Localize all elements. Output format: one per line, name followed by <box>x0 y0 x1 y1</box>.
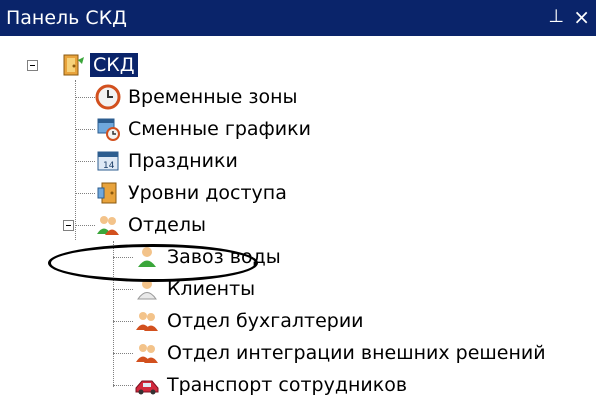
tree-line <box>113 353 133 354</box>
vehicle-icon <box>135 380 159 395</box>
tree-node-label: Временные зоны <box>128 86 298 108</box>
tree-node-label: СКД <box>90 53 138 77</box>
tree-node-holidays[interactable]: 14 Праздники <box>95 148 241 174</box>
departments-icon <box>97 216 119 235</box>
calendar-icon: 14 <box>97 151 119 171</box>
tree-line <box>113 289 133 290</box>
collapse-root-toggle[interactable] <box>27 60 38 71</box>
tree-node-label: Завоз воды <box>167 246 281 268</box>
users-group-icon <box>136 344 158 363</box>
tree-line <box>75 225 95 226</box>
tree-line <box>75 80 76 240</box>
user-icon <box>137 279 157 300</box>
tree-node-label: Уровни доступа <box>128 182 287 204</box>
clock-icon <box>95 84 121 110</box>
access-door-icon <box>97 182 117 204</box>
tree-node-label: Транспорт сотрудников <box>167 374 408 396</box>
tree-node-label: Отдел интеграции внешних решений <box>167 342 546 364</box>
tree-line <box>75 129 95 130</box>
tree-node-label: Клиенты <box>167 278 256 300</box>
skd-root-icon <box>63 54 84 76</box>
tree-line <box>113 241 114 387</box>
users-group-icon <box>136 312 158 331</box>
tree-node-staff-transport[interactable]: Транспорт сотрудников <box>134 372 410 398</box>
skd-tree: СКД Временные зоны Сменные графики 14 Пр… <box>0 36 596 417</box>
tree-node-label: Отделы <box>128 214 206 236</box>
tree-node-label: Отдел бухгалтерии <box>167 310 364 332</box>
tree-node-integration[interactable]: Отдел интеграции внешних решений <box>134 340 549 366</box>
tree-line <box>113 321 133 322</box>
tree-line <box>75 161 95 162</box>
tree-node-shift-schedules[interactable]: Сменные графики <box>95 116 314 142</box>
tree-node-departments[interactable]: Отделы <box>95 212 209 238</box>
panel-titlebar: Панель СКД ⊥ × <box>0 0 596 36</box>
tree-node-water-delivery[interactable]: Завоз воды <box>134 244 284 270</box>
tree-line <box>113 257 133 258</box>
tree-node-label: Сменные графики <box>128 118 311 140</box>
tree-line <box>113 385 133 386</box>
skd-panel: Панель СКД ⊥ × СКД Временные зоны Сменны… <box>0 0 596 417</box>
tree-node-accounting[interactable]: Отдел бухгалтерии <box>134 308 367 334</box>
tree-line <box>75 97 95 98</box>
shift-schedule-icon <box>97 118 120 141</box>
tree-node-clients[interactable]: Клиенты <box>134 276 258 302</box>
user-green-icon <box>138 247 156 267</box>
tree-node-label: Праздники <box>128 150 238 172</box>
panel-title: Панель СКД <box>6 7 128 29</box>
svg-text:14: 14 <box>103 161 115 171</box>
tree-line <box>75 193 95 194</box>
tree-node-access-levels[interactable]: Уровни доступа <box>95 180 290 206</box>
close-icon[interactable]: × <box>573 5 590 29</box>
tree-node-skd[interactable]: СКД <box>60 52 138 78</box>
tree-node-time-zones[interactable]: Временные зоны <box>95 84 301 110</box>
pin-icon[interactable]: ⊥ <box>548 6 564 27</box>
collapse-departments-toggle[interactable] <box>63 220 74 231</box>
